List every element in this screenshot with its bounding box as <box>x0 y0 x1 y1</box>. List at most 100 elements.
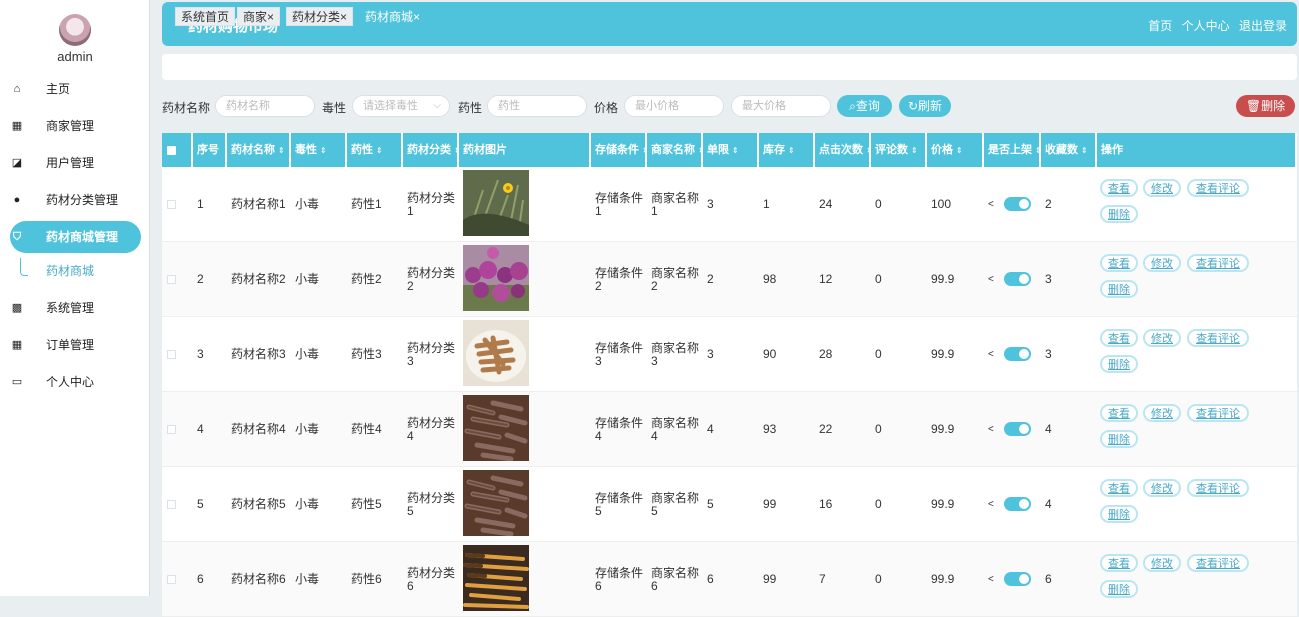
view-comments-button[interactable]: 查看评论 <box>1187 329 1249 347</box>
cell-stock: 99 <box>763 497 777 511</box>
cell-merchant: 商家名称2 <box>651 265 700 293</box>
avatar[interactable] <box>59 14 91 46</box>
view-button[interactable]: 查看 <box>1100 329 1138 347</box>
delete-row-button[interactable]: 删除 <box>1100 205 1138 223</box>
medicine-image <box>463 470 529 537</box>
submenu-item-medicine-mall[interactable]: 药材商城 <box>46 262 94 279</box>
column-header[interactable]: 点击次数⇕ <box>815 133 871 167</box>
cell-favorites: 2 <box>1045 197 1052 211</box>
view-button[interactable]: 查看 <box>1100 554 1138 572</box>
edit-button[interactable]: 修改 <box>1143 254 1181 272</box>
sort-icon[interactable]: ⇕ <box>956 146 963 155</box>
table-row: 4 药材名称4 小毒 药性4 药材分类4 存储条件4 商家名称4 4 93 22 0 99.9 <4 查看… <box>162 392 1297 467</box>
sort-icon[interactable]: ⇕ <box>911 146 918 155</box>
sort-icon[interactable]: ⇕ <box>732 146 739 155</box>
sidebar-item-7[interactable]: ▭ 个人中心 <box>10 366 141 398</box>
row-checkbox[interactable] <box>167 575 176 584</box>
tab-category[interactable]: 药材分类× <box>286 7 354 26</box>
column-header[interactable]: 单限 ⇕ <box>703 133 759 167</box>
sort-icon[interactable]: ⇕ <box>1081 146 1088 155</box>
pin-icon: ● <box>13 194 21 206</box>
delete-row-button[interactable]: 删除 <box>1100 505 1138 523</box>
sort-icon[interactable]: ⇕ <box>376 146 383 155</box>
header-select-all[interactable] <box>162 133 193 167</box>
view-comments-button[interactable]: 查看评论 <box>1187 404 1249 422</box>
sidebar-item-4[interactable]: ⛉ 药材商城管理 <box>10 221 141 253</box>
column-header[interactable]: 是否上架⇕ <box>984 133 1041 167</box>
sidebar-item-0[interactable]: ⌂ 主页 <box>10 73 141 105</box>
edit-button[interactable]: 修改 <box>1143 404 1181 422</box>
shelf-off-indicator: < <box>988 574 994 585</box>
column-header[interactable]: 收藏数 ⇕ <box>1041 133 1097 167</box>
min-price-input[interactable]: 最小价格 <box>624 95 724 117</box>
column-header[interactable]: 库存 ⇕ <box>759 133 815 167</box>
view-button[interactable]: 查看 <box>1100 254 1138 272</box>
tab-medicine-mall[interactable]: 药材商城× <box>359 7 427 26</box>
view-button[interactable]: 查看 <box>1100 479 1138 497</box>
toxicity-select[interactable]: 请选择毒性 ⌵ <box>352 95 450 117</box>
row-checkbox[interactable] <box>167 200 176 209</box>
tab-system-home[interactable]: 系统首页 <box>175 7 236 26</box>
view-comments-button[interactable]: 查看评论 <box>1187 179 1249 197</box>
on-shelf-toggle[interactable] <box>1004 347 1031 361</box>
sidebar-item-3[interactable]: ● 药材分类管理 <box>10 184 141 216</box>
view-comments-button[interactable]: 查看评论 <box>1187 254 1249 272</box>
query-button[interactable]: ⌕查询 <box>837 95 892 117</box>
delete-row-button[interactable]: 删除 <box>1100 355 1138 373</box>
cell-nature: 药性1 <box>351 197 382 211</box>
query-button-label: 查询 <box>855 99 880 113</box>
max-price-input[interactable]: 最大价格 <box>731 95 831 117</box>
sidebar-item-2[interactable]: ◪ 用户管理 <box>10 147 141 179</box>
edit-button[interactable]: 修改 <box>1143 554 1181 572</box>
cell-merchant: 商家名称5 <box>651 490 700 518</box>
column-header[interactable]: 价格 ⇕ <box>927 133 984 167</box>
profile-link[interactable]: 个人中心 <box>1182 19 1230 33</box>
logout-link[interactable]: 退出登录 <box>1239 19 1287 33</box>
tab-merchant[interactable]: 商家× <box>237 7 281 26</box>
column-header[interactable]: 存储条件⇕ <box>591 133 647 167</box>
column-header[interactable]: 药材名称 ⇕ <box>227 133 291 167</box>
row-checkbox[interactable] <box>167 500 176 509</box>
on-shelf-toggle[interactable] <box>1004 197 1031 211</box>
delete-row-button[interactable]: 删除 <box>1100 580 1138 598</box>
on-shelf-toggle[interactable] <box>1004 272 1031 286</box>
sidebar-item-label: 商家管理 <box>46 119 95 133</box>
delete-row-button[interactable]: 删除 <box>1100 280 1138 298</box>
sidebar-item-6[interactable]: ▦ 订单管理 <box>10 329 141 361</box>
column-header[interactable]: 评论数 ⇕ <box>871 133 927 167</box>
column-header[interactable]: 药材分类⇕ <box>403 133 459 167</box>
sort-icon[interactable]: ⇕ <box>788 146 795 155</box>
home-link[interactable]: 首页 <box>1148 19 1172 33</box>
medicine-image <box>463 545 529 611</box>
refresh-button[interactable]: ↻刷新 <box>899 95 951 117</box>
row-checkbox[interactable] <box>167 425 176 434</box>
column-header[interactable]: 药性 ⇕ <box>347 133 403 167</box>
edit-button[interactable]: 修改 <box>1143 479 1181 497</box>
name-input[interactable]: 药材名称 <box>215 95 315 117</box>
row-checkbox[interactable] <box>167 350 176 359</box>
sidebar-item-1[interactable]: ▦ 商家管理 <box>10 110 141 142</box>
nature-input[interactable]: 药性 <box>487 95 587 117</box>
sort-icon[interactable]: ⇕ <box>278 146 285 155</box>
column-header[interactable]: 毒性 ⇕ <box>291 133 347 167</box>
view-comments-button[interactable]: 查看评论 <box>1187 479 1249 497</box>
column-header-label: 药材名称 <box>231 144 275 156</box>
delete-row-button[interactable]: 删除 <box>1100 430 1138 448</box>
view-button[interactable]: 查看 <box>1100 179 1138 197</box>
sidebar-item-5[interactable]: ▩ 系统管理 <box>10 292 141 324</box>
column-header-label: 单限 <box>707 144 729 156</box>
view-comments-button[interactable]: 查看评论 <box>1187 554 1249 572</box>
edit-button[interactable]: 修改 <box>1143 329 1181 347</box>
username: admin <box>57 49 93 64</box>
on-shelf-toggle[interactable] <box>1004 572 1031 586</box>
select-all-checkbox[interactable] <box>167 146 176 155</box>
row-checkbox[interactable] <box>167 275 176 284</box>
view-button[interactable]: 查看 <box>1100 404 1138 422</box>
delete-button[interactable]: 🗑删除 <box>1236 95 1295 117</box>
on-shelf-toggle[interactable] <box>1004 497 1031 511</box>
sort-icon[interactable]: ⇕ <box>320 146 327 155</box>
edit-button[interactable]: 修改 <box>1143 179 1181 197</box>
on-shelf-toggle[interactable] <box>1004 422 1031 436</box>
cell-name: 药材名称1 <box>231 197 286 211</box>
column-header[interactable]: 商家名称⇕ <box>647 133 703 167</box>
